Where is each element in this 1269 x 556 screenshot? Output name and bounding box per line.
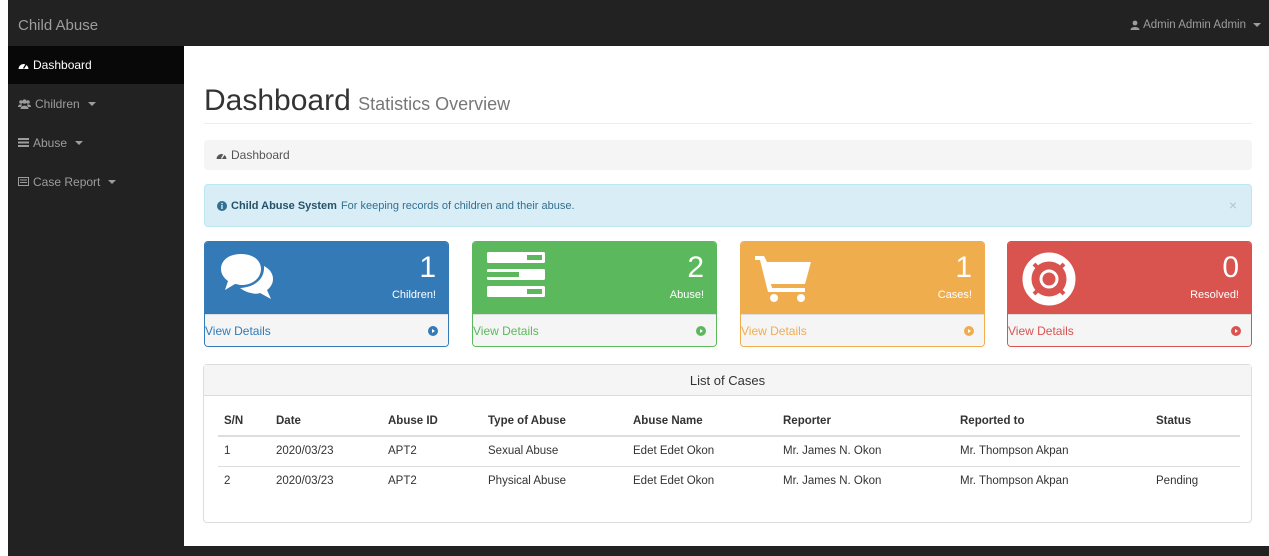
table-header-row: S/N Date Abuse ID Type of Abuse Abuse Na… <box>218 407 1240 437</box>
cases-label: Cases! <box>937 289 972 301</box>
children-label: Children! <box>391 289 436 301</box>
view-details-link[interactable]: View Details <box>205 314 448 346</box>
table-cell: Edet Edet Okon <box>633 475 715 488</box>
chevron-down-icon <box>1253 23 1261 27</box>
page-header: Dashboard Statistics Overview <box>204 84 1252 124</box>
resolved-count: 0 <box>1222 251 1239 284</box>
column-header: S/N <box>218 407 270 437</box>
info-alert: Child Abuse System For keeping records o… <box>204 184 1252 227</box>
dashboard-icon <box>216 154 227 159</box>
view-details-link[interactable]: View Details <box>473 314 716 346</box>
view-details-label: View Details <box>205 323 271 338</box>
tasks-icon <box>18 138 29 147</box>
breadcrumb-item: Dashboard <box>231 148 290 162</box>
view-details-label: View Details <box>1008 323 1074 338</box>
cases-title: List of Cases <box>204 365 1251 396</box>
cases-table: S/N Date Abuse ID Type of Abuse Abuse Na… <box>218 407 1240 496</box>
sidebar: Dashboard Children Abuse Case Report <box>8 46 184 556</box>
table-cell: Mr. James N. Okon <box>783 475 882 488</box>
list-alt-icon <box>18 177 29 186</box>
table-cell: Physical Abuse <box>488 475 566 488</box>
panel-heading: 1 Cases! <box>741 242 984 314</box>
column-header: Status <box>1150 407 1240 437</box>
shopping-cart-icon <box>755 256 811 302</box>
user-name: Admin Admin Admin <box>1143 19 1246 31</box>
table-cell: Mr. Thompson Akpan <box>954 436 1150 467</box>
sidebar-item-label: Dashboard <box>33 58 92 72</box>
children-count: 1 <box>419 251 436 284</box>
sidebar-item-case-report[interactable]: Case Report <box>8 162 184 201</box>
sidebar-item-label: Abuse <box>33 135 68 150</box>
dashboard-icon <box>18 64 29 69</box>
chevron-down-icon <box>75 140 84 145</box>
users-icon <box>18 98 31 109</box>
column-header: Abuse ID <box>382 407 482 437</box>
abuse-panel: 2 Abuse! View Details <box>472 241 717 347</box>
sidebar-item-label: Case Report <box>33 174 101 189</box>
view-details-label: View Details <box>473 323 539 338</box>
panel-heading: 2 Abuse! <box>473 242 716 314</box>
table-cell: Sexual Abuse <box>482 436 627 467</box>
abuse-label: Abuse! <box>669 289 704 301</box>
sidebar-item-abuse[interactable]: Abuse <box>8 123 184 162</box>
panel-heading: 0 Resolved! <box>1008 242 1251 314</box>
resolved-label: Resolved! <box>1190 289 1239 301</box>
table-cell: 2 <box>224 475 231 488</box>
sidebar-item-label: Children <box>35 96 80 111</box>
page-title: Dashboard <box>204 84 351 117</box>
tasks-icon <box>487 252 545 297</box>
table-cell: Mr. Thompson Akpan <box>960 475 1069 488</box>
info-circle-icon <box>217 200 227 211</box>
arrow-circle-right-icon <box>1231 325 1241 336</box>
cases-panel-table: List of Cases S/N Date Abuse ID Type of … <box>203 364 1252 523</box>
alert-title: Child Abuse System <box>231 199 337 212</box>
breadcrumb: Dashboard <box>204 140 1252 170</box>
top-navbar: Child Abuse Admin Admin Admin <box>8 6 1269 46</box>
brand-link[interactable]: Child Abuse <box>18 17 98 34</box>
chevron-down-icon <box>108 179 117 184</box>
user-icon <box>1130 20 1140 30</box>
column-header: Reported to <box>954 407 1150 437</box>
sidebar-item-children[interactable]: Children <box>8 84 184 123</box>
window-edge <box>0 0 8 556</box>
user-menu[interactable]: Admin Admin Admin <box>1130 19 1261 31</box>
column-header: Type of Abuse <box>482 407 627 437</box>
comments-icon <box>221 254 273 299</box>
table-cell: APT2 <box>388 475 417 488</box>
table-cell <box>1150 436 1240 467</box>
alert-text: For keeping records of children and thei… <box>340 199 575 212</box>
view-details-link[interactable]: View Details <box>1008 314 1251 346</box>
cases-count: 1 <box>955 251 972 284</box>
panel-heading: 1 Children! <box>205 242 448 314</box>
table-cell: 2020/03/23 <box>270 436 382 467</box>
main-content: Dashboard Statistics Overview Dashboard … <box>184 46 1269 546</box>
arrow-circle-right-icon <box>428 325 438 336</box>
children-panel: 1 Children! View Details <box>204 241 449 347</box>
cases-panel: 1 Cases! View Details <box>740 241 985 347</box>
view-details-label: View Details <box>741 323 807 338</box>
arrow-circle-right-icon <box>964 325 974 336</box>
sidebar-item-dashboard[interactable]: Dashboard <box>8 46 184 84</box>
view-details-link[interactable]: View Details <box>741 314 984 346</box>
table-cell: 1 <box>218 436 270 467</box>
table-cell: Edet Edet Okon <box>627 436 777 467</box>
table-row: 2 2020/03/23 APT2 Physical Abuse Edet Ed… <box>218 466 1240 496</box>
table-cell: APT2 <box>382 436 482 467</box>
abuse-count: 2 <box>687 251 704 284</box>
resolved-panel: 0 Resolved! View Details <box>1007 241 1252 347</box>
life-ring-icon <box>1022 252 1076 306</box>
table-cell: Mr. James N. Okon <box>777 436 954 467</box>
column-header: Date <box>270 407 382 437</box>
close-icon[interactable]: × <box>1229 197 1237 213</box>
arrow-circle-right-icon <box>696 325 706 336</box>
column-header: Abuse Name <box>627 407 777 437</box>
footer-bar <box>184 546 1269 556</box>
column-header: Reporter <box>777 407 954 437</box>
table-row: 1 2020/03/23 APT2 Sexual Abuse Edet Edet… <box>218 436 1240 467</box>
page-subtitle: Statistics Overview <box>358 94 511 114</box>
table-cell: 2020/03/23 <box>276 475 334 488</box>
table-cell: Pending <box>1156 475 1199 488</box>
chevron-down-icon <box>87 101 96 106</box>
